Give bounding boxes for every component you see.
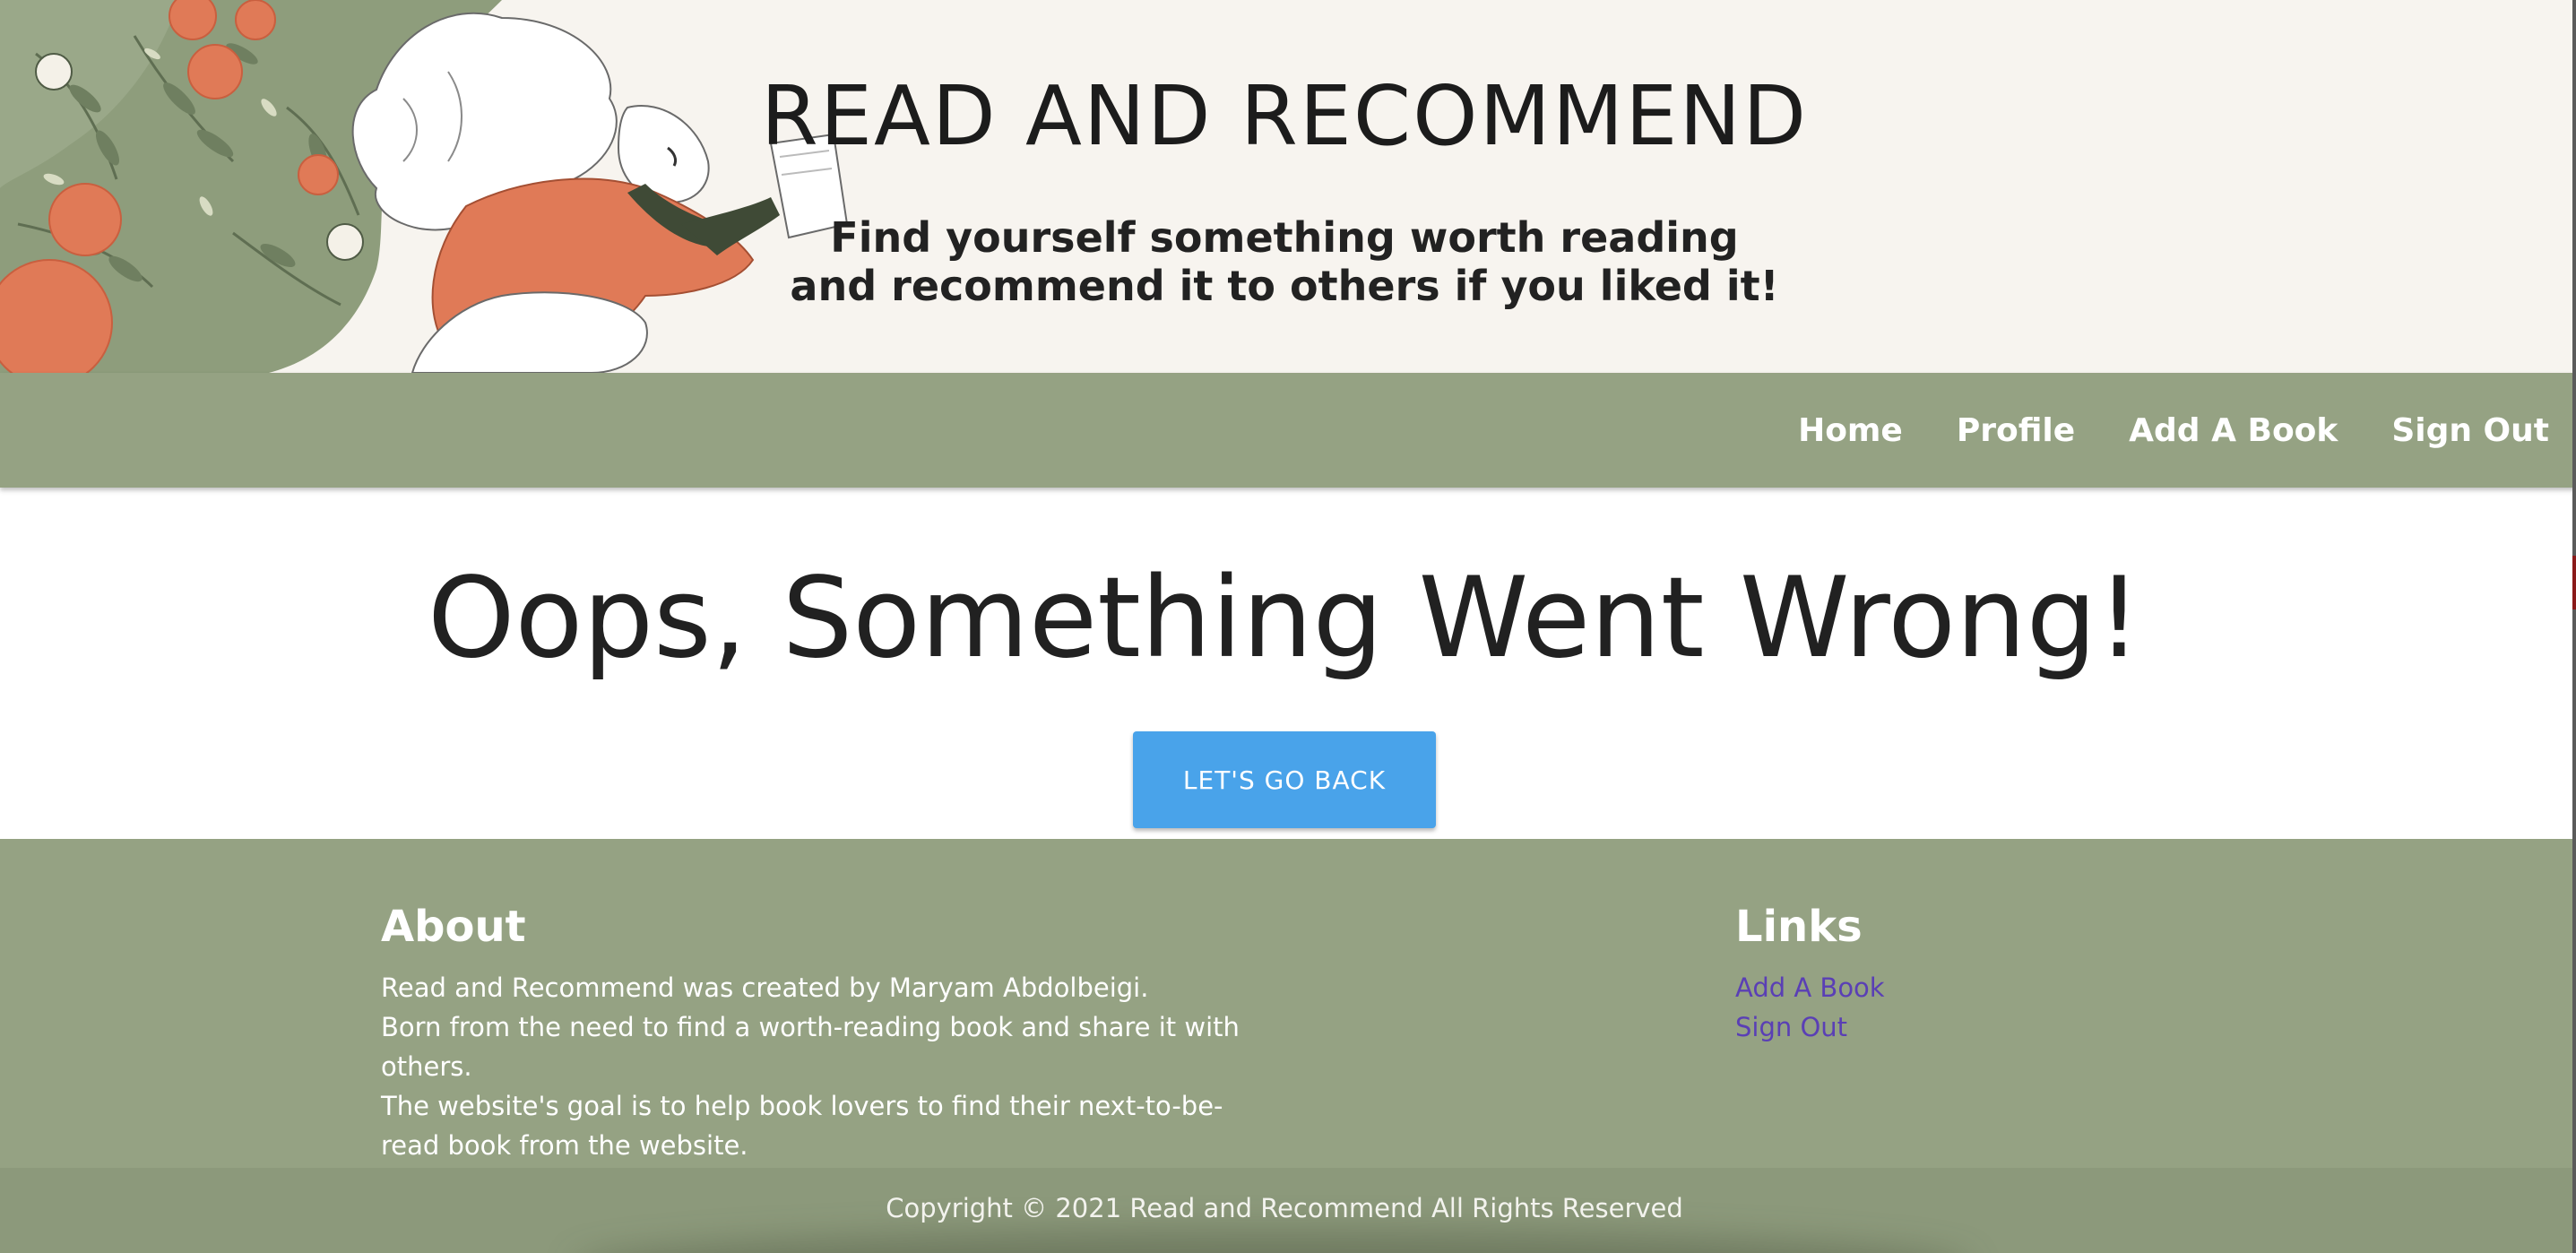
error-heading: Oops, Something Went Wrong! xyxy=(427,554,2142,683)
nav-link-sign-out[interactable]: Sign Out xyxy=(2391,412,2549,449)
tagline-line-1: Find yourself something worth reading xyxy=(830,213,1739,262)
window-edge-marker xyxy=(2572,556,2576,609)
footer-links: Links Add A Book Sign Out xyxy=(1735,902,2183,1047)
nav-link-add-a-book[interactable]: Add A Book xyxy=(2129,412,2338,449)
footer-about-text: Read and Recommend was created by Maryam… xyxy=(381,968,1259,1165)
site-title: READ AND RECOMMEND xyxy=(760,68,1809,164)
about-line-1: Read and Recommend was created by Maryam… xyxy=(381,972,1149,1003)
footer-link-add-a-book[interactable]: Add A Book xyxy=(1735,968,2183,1007)
about-line-2: Born from the need to find a worth-readi… xyxy=(381,1012,1240,1082)
tagline-line-2: and recommend it to others if you liked … xyxy=(790,262,1779,310)
nav-link-home[interactable]: Home xyxy=(1798,412,1903,449)
site-tagline: Find yourself something worth reading an… xyxy=(0,213,2569,310)
site-header: READ AND RECOMMEND Find yourself somethi… xyxy=(0,0,2576,373)
woman-reading-book-illustration xyxy=(0,0,849,373)
site-footer: About Read and Recommend was created by … xyxy=(0,839,2576,1253)
copyright-text: Copyright © 2021 Read and Recommend All … xyxy=(886,1193,1683,1223)
main-navbar: Home Profile Add A Book Sign Out xyxy=(0,373,2576,488)
nav-link-profile[interactable]: Profile xyxy=(1957,412,2075,449)
nav-list: Home Profile Add A Book Sign Out xyxy=(1744,373,2549,488)
go-back-button[interactable]: LET'S GO BACK xyxy=(1133,731,1436,828)
footer-about: About Read and Recommend was created by … xyxy=(381,902,1259,1165)
footer-links-heading: Links xyxy=(1735,902,1863,952)
copyright-bar: Copyright © 2021 Read and Recommend All … xyxy=(0,1168,2576,1253)
about-line-3: The website's goal is to help book lover… xyxy=(381,1091,1223,1161)
error-section: Oops, Something Went Wrong! LET'S GO BAC… xyxy=(0,488,2576,839)
footer-link-sign-out[interactable]: Sign Out xyxy=(1735,1007,2183,1047)
page: READ AND RECOMMEND Find yourself somethi… xyxy=(0,0,2576,1253)
window-edge-divider xyxy=(2572,0,2576,1253)
footer-about-heading: About xyxy=(381,902,526,952)
